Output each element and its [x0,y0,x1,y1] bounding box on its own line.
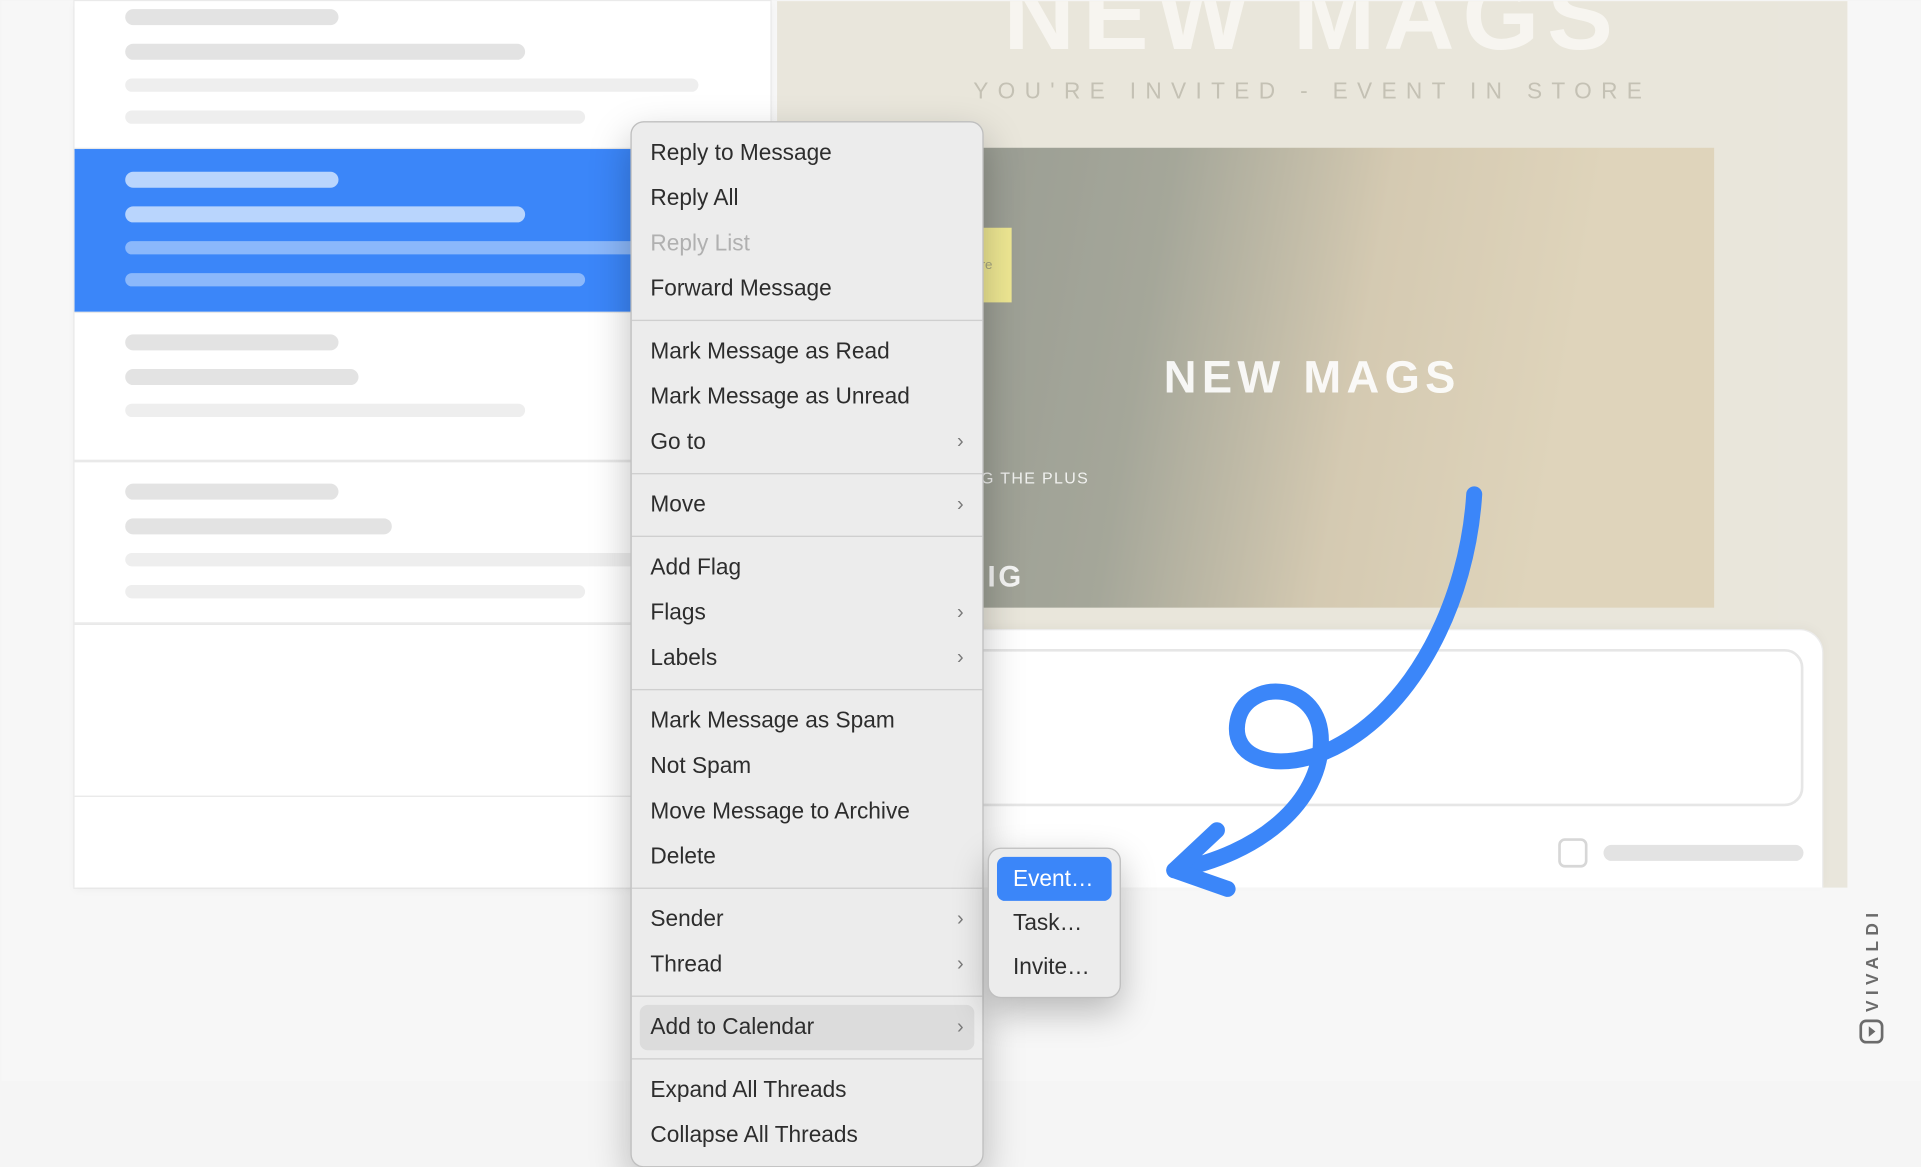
menu-item-label: Labels [650,640,717,675]
placeholder-line [125,78,698,91]
menu-separator [631,319,982,320]
promo-title: NEW MAGS [777,1,1847,31]
chevron-right-icon: › [957,595,964,630]
menu-mark-spam[interactable]: Mark Message as Spam [631,698,982,743]
vivaldi-brand: VIVALDI [1859,907,1883,1043]
menu-item-label: Move [650,487,705,522]
menu-move-archive[interactable]: Move Message to Archive [631,788,982,833]
context-menu: Reply to Message Reply All Reply List Fo… [630,121,983,1167]
chevron-right-icon: › [957,902,964,937]
menu-item-label: Thread [650,947,722,982]
placeholder-line [125,552,698,565]
menu-separator [631,995,982,996]
chevron-right-icon: › [957,947,964,982]
promo-overlay-text: NEW MAGS [1163,351,1460,403]
placeholder-line [1603,844,1803,860]
menu-flags[interactable]: Flags › [631,590,982,635]
menu-thread[interactable]: Thread › [631,942,982,987]
menu-labels[interactable]: Labels › [631,635,982,680]
menu-separator [631,473,982,474]
menu-item-label: Not Spam [650,748,751,783]
placeholder-line [125,110,585,123]
menu-item-label: Reply List [650,226,749,261]
menu-item-label: Reply All [650,181,738,216]
promo-image: vestre NEW MAGS MAKING THE PLUS BIG [910,147,1714,607]
menu-item-label: Go to [650,425,705,460]
menu-item-label: Sender [650,902,723,937]
placeholder-line [125,206,525,222]
menu-item-label: Expand All Threads [650,1072,846,1107]
menu-reply-list: Reply List [631,221,982,266]
menu-not-spam[interactable]: Not Spam [631,743,982,788]
menu-add-flag[interactable]: Add Flag [631,544,982,589]
menu-separator [631,1058,982,1059]
menu-item-label: Add Flag [650,550,741,585]
placeholder-line [125,334,338,350]
submenu-invite[interactable]: Invite… [996,944,1111,988]
menu-item-label: Collapse All Threads [650,1118,857,1153]
menu-expand-threads[interactable]: Expand All Threads [631,1067,982,1112]
menu-item-label: Add to Calendar [650,1010,814,1045]
submenu-add-to-calendar: Event… Task… Invite… [987,847,1120,998]
menu-add-to-calendar[interactable]: Add to Calendar › [639,1004,974,1049]
menu-item-label: Flags [650,595,705,630]
menu-item-label: Mark Message as Unread [650,379,909,414]
menu-go-to[interactable]: Go to › [631,419,982,464]
menu-mark-read[interactable]: Mark Message as Read [631,329,982,374]
placeholder-line [125,273,585,286]
menu-item-label: Move Message to Archive [650,794,909,829]
menu-sender[interactable]: Sender › [631,896,982,941]
menu-move[interactable]: Move › [631,482,982,527]
menu-forward-message[interactable]: Forward Message [631,266,982,311]
chevron-right-icon: › [957,640,964,675]
menu-separator [631,688,982,689]
menu-reply-all[interactable]: Reply All [631,175,982,220]
menu-separator [631,887,982,888]
placeholder-line [125,518,392,534]
placeholder-line [125,241,698,254]
menu-separator [631,535,982,536]
placeholder-line [125,483,338,499]
menu-reply-to-message[interactable]: Reply to Message [631,130,982,175]
menu-item-label: Forward Message [650,271,831,306]
placeholder-line [125,171,338,187]
placeholder-line [125,9,338,25]
menu-item-label: Mark Message as Spam [650,703,894,738]
placeholder-line [125,403,525,416]
placeholder-line [125,584,585,597]
submenu-task[interactable]: Task… [996,900,1111,944]
placeholder-line [125,369,358,385]
submenu-event[interactable]: Event… [996,856,1111,900]
placeholder-line [125,43,525,59]
menu-collapse-threads[interactable]: Collapse All Threads [631,1112,982,1157]
vivaldi-logo-icon [1859,1019,1883,1043]
menu-item-label: Mark Message as Read [650,334,889,369]
menu-item-label: Reply to Message [650,135,831,170]
promo-subtitle: YOU'RE INVITED - EVENT IN STORE [777,78,1847,105]
chevron-right-icon: › [957,487,964,522]
menu-item-label: Delete [650,839,716,874]
chevron-right-icon: › [957,425,964,460]
compose-textarea[interactable] [914,648,1803,805]
vivaldi-wordmark: VIVALDI [1861,907,1881,1011]
menu-delete[interactable]: Delete [631,834,982,879]
compose-checkbox[interactable] [1558,838,1587,867]
menu-mark-unread[interactable]: Mark Message as Unread [631,374,982,419]
chevron-right-icon: › [957,1010,964,1045]
